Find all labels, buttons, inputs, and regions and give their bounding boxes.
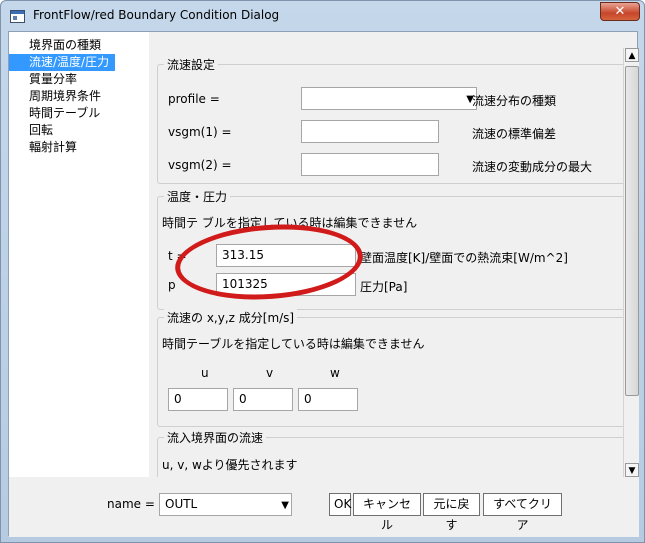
- temperature-desc: 壁面温度[K]/壁面での熱流束[W/m^2]: [360, 251, 568, 265]
- vsgm1-input[interactable]: [301, 120, 439, 143]
- name-select[interactable]: OUTL ▼: [159, 493, 292, 516]
- clear-all-button[interactable]: すべてクリア: [483, 493, 562, 532]
- t-label: t =: [168, 249, 187, 263]
- dialog-window: FrontFlow/red Boundary Condition Dialog …: [0, 0, 645, 543]
- name-select-value: OUTL: [165, 497, 198, 511]
- revert-button[interactable]: 元に戻す: [423, 493, 480, 532]
- vsgm1-label: vsgm(1) =: [168, 125, 232, 139]
- chevron-down-icon: ▼: [281, 500, 289, 511]
- nav-item-radiation[interactable]: 輻射計算: [9, 139, 77, 156]
- footer-bar: name = OUTL ▼ OK キャンセル 元に戻す すべてクリア: [9, 477, 639, 537]
- components-group-title: 流速の x,y,z 成分[m/s]: [164, 309, 298, 326]
- temperature-group-title: 温度・圧力: [164, 188, 231, 205]
- temperature-note: 時間テ ブルを指定している時は編集できません: [162, 216, 418, 230]
- close-button[interactable]: ✕: [600, 2, 640, 21]
- cancel-button[interactable]: キャンセル: [353, 493, 421, 532]
- profile-label: profile =: [168, 92, 220, 106]
- nav-item-rotation[interactable]: 回転: [9, 122, 53, 139]
- name-label: name =: [107, 497, 155, 511]
- vertical-scrollbar[interactable]: ▲ ▼: [623, 48, 639, 477]
- form-area: 流速設定 profile = ▼ 流速分布の種類 vsgm(1) = 流速の標準…: [149, 32, 623, 477]
- components-group: 流速の x,y,z 成分[m/s] 時間テーブルを指定している時は編集できません…: [157, 309, 623, 427]
- vsgm2-input[interactable]: [301, 153, 439, 176]
- vsgm2-label: vsgm(2) =: [168, 158, 232, 172]
- velocity-group-title: 流速設定: [164, 56, 219, 73]
- inflow-group-title: 流入境界面の流速: [164, 429, 267, 446]
- nav-item-time-table[interactable]: 時間テーブル: [9, 105, 100, 122]
- pressure-desc: 圧力[Pa]: [360, 280, 408, 294]
- category-list: 境界面の種類 流速/温度/圧力 質量分率 周期境界条件 時間テーブル 回転 輻射…: [9, 32, 149, 477]
- nav-item-periodic[interactable]: 周期境界条件: [9, 88, 101, 105]
- app-icon: [10, 10, 25, 23]
- pressure-input[interactable]: 101325: [216, 273, 356, 296]
- ok-button[interactable]: OK: [329, 493, 351, 516]
- v-input[interactable]: 0: [233, 388, 293, 411]
- w-input[interactable]: 0: [298, 388, 358, 411]
- profile-desc: 流速分布の種類: [472, 94, 557, 108]
- title-bar[interactable]: FrontFlow/red Boundary Condition Dialog …: [1, 1, 644, 31]
- scroll-down-icon[interactable]: ▼: [625, 463, 639, 477]
- scroll-up-icon[interactable]: ▲: [625, 48, 639, 62]
- nav-item-boundary-type[interactable]: 境界面の種類: [9, 37, 101, 54]
- inflow-note: u, v, wより優先されます: [162, 458, 298, 472]
- w-label: w: [330, 366, 340, 380]
- nav-item-mass-fraction[interactable]: 質量分率: [9, 71, 77, 88]
- profile-select[interactable]: ▼: [301, 87, 477, 110]
- nav-item-velocity-temp-pressure[interactable]: 流速/温度/圧力: [9, 54, 116, 71]
- scroll-thumb[interactable]: [625, 66, 639, 396]
- components-note: 時間テーブルを指定している時は編集できません: [162, 337, 425, 351]
- inflow-group: 流入境界面の流速 u, v, wより優先されます: [157, 429, 623, 477]
- temperature-group: 温度・圧力 時間テ ブルを指定している時は編集できません t = 313.15 …: [157, 188, 623, 310]
- v-label: v: [266, 366, 274, 380]
- vsgm2-desc: 流速の変動成分の最大: [472, 160, 593, 174]
- u-label: u: [201, 366, 209, 380]
- p-label: p: [168, 278, 176, 292]
- client-area: 境界面の種類 流速/温度/圧力 質量分率 周期境界条件 時間テーブル 回転 輻射…: [8, 31, 639, 537]
- vsgm1-desc: 流速の標準偏差: [472, 127, 557, 141]
- temperature-input[interactable]: 313.15: [216, 244, 356, 267]
- velocity-group: 流速設定 profile = ▼ 流速分布の種類 vsgm(1) = 流速の標準…: [157, 56, 623, 184]
- u-input[interactable]: 0: [168, 388, 228, 411]
- window-title: FrontFlow/red Boundary Condition Dialog: [33, 8, 280, 22]
